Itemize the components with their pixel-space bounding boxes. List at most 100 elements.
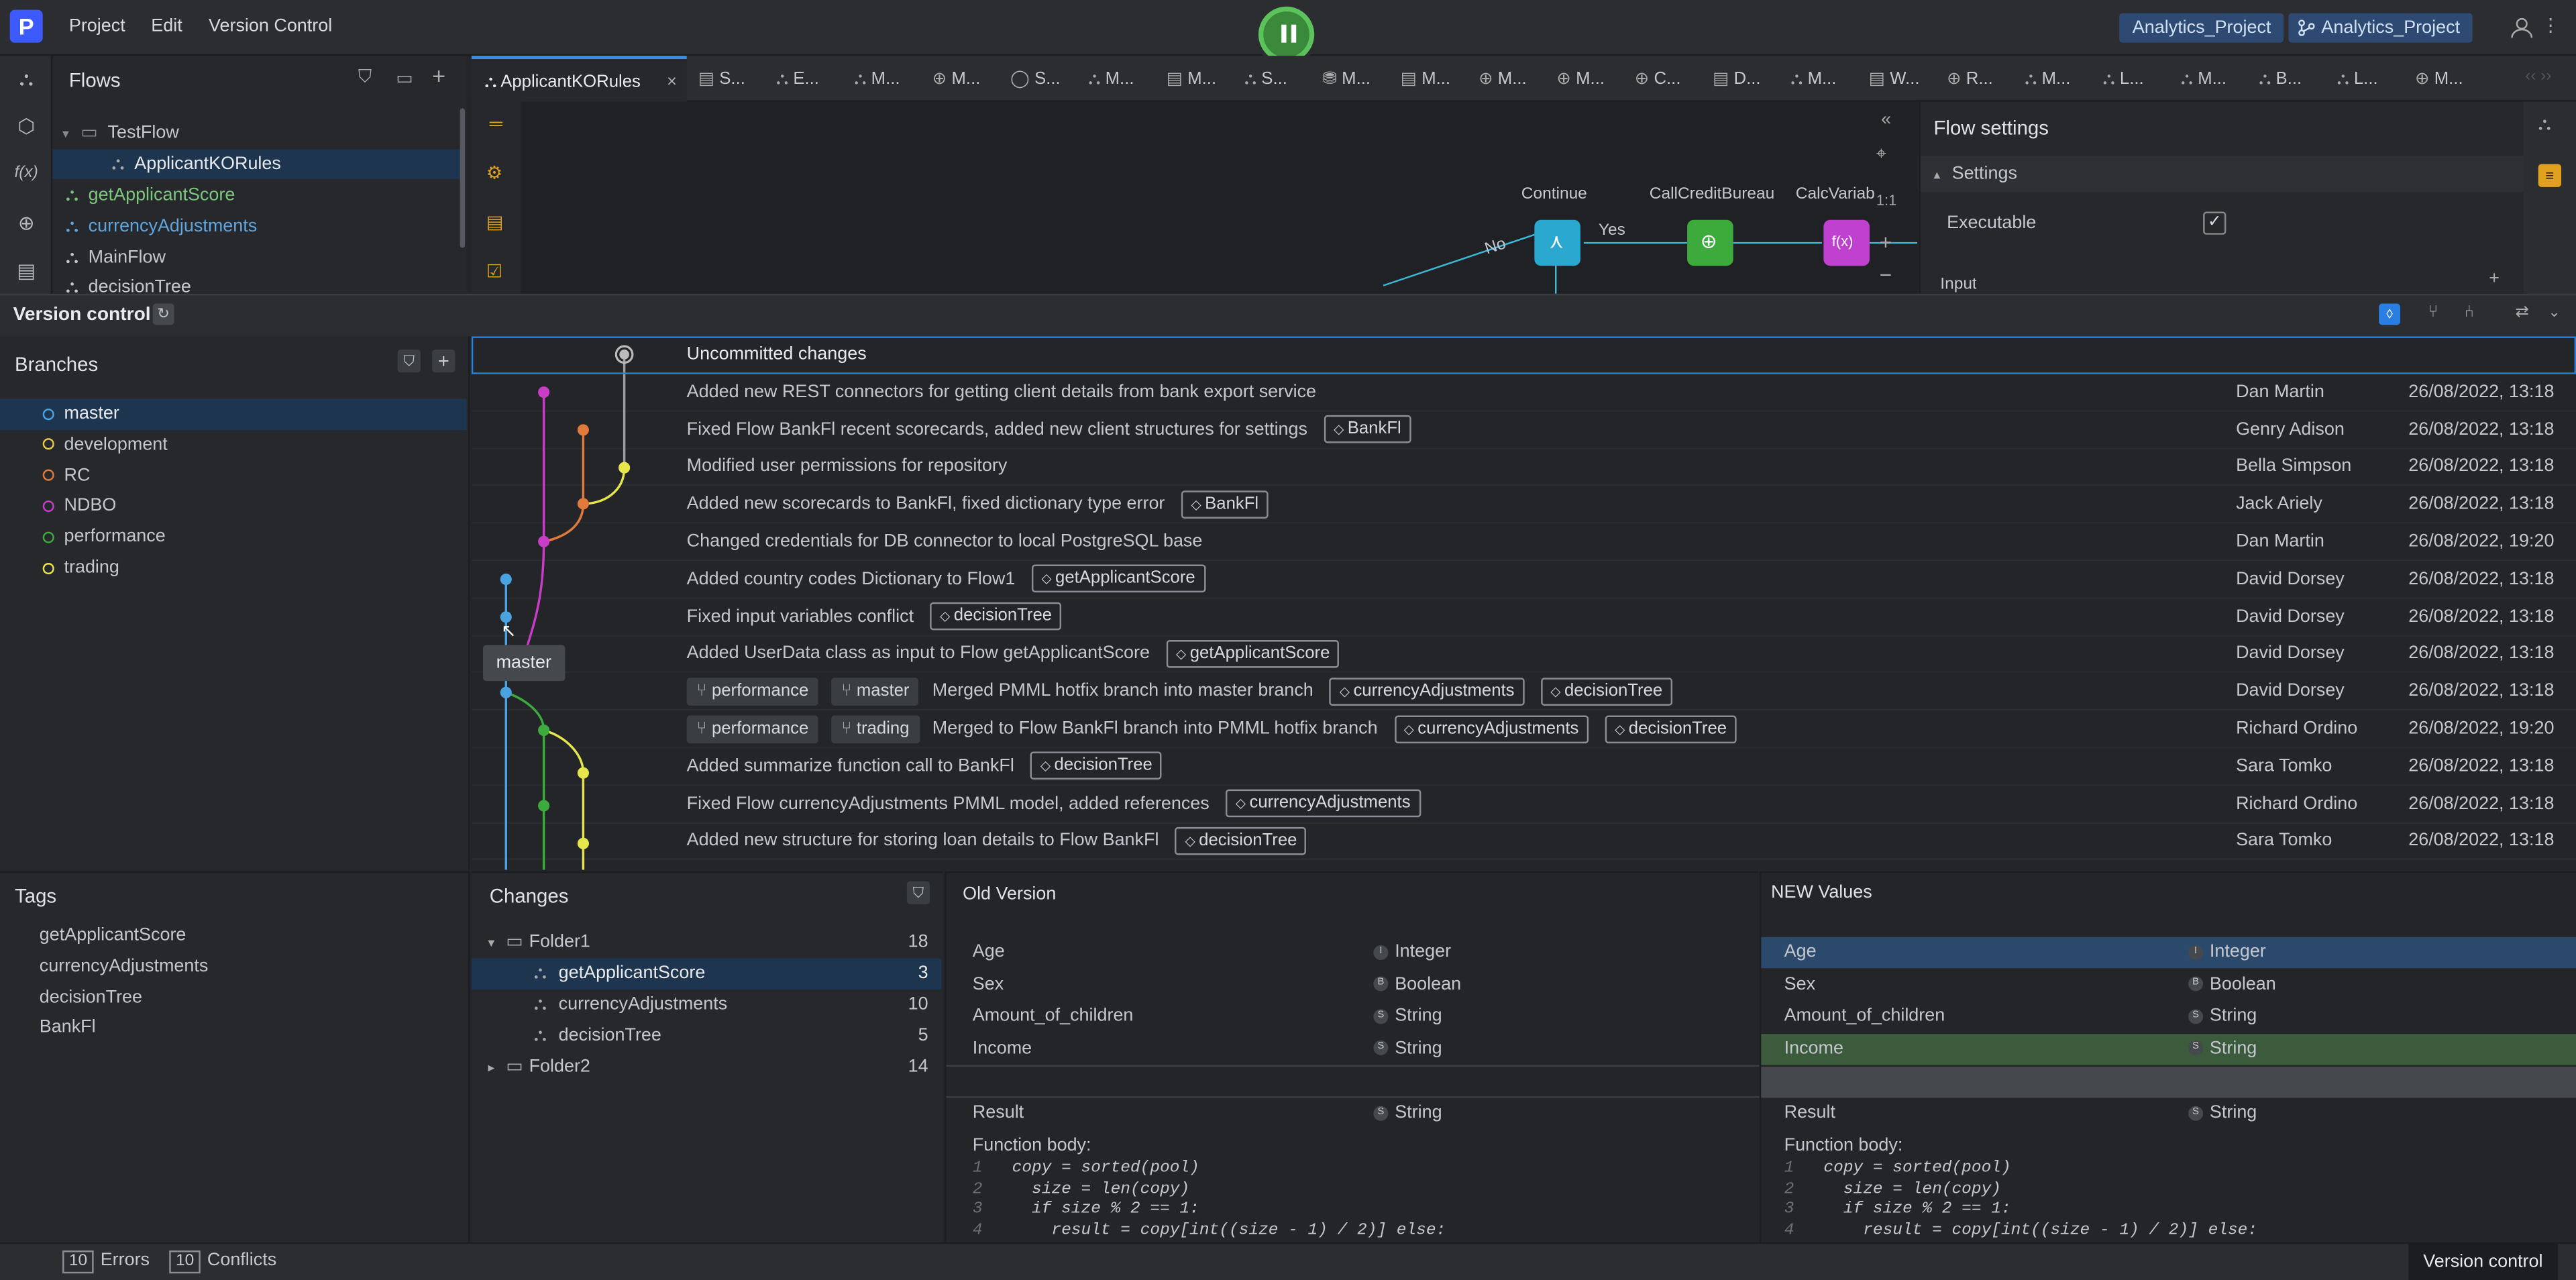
flows-icon[interactable]: ⛬: [11, 64, 41, 93]
commit-row[interactable]: Added summarize function call to BankFl ◇…: [471, 748, 2576, 786]
zoom-reset[interactable]: 1:1: [1876, 192, 1897, 208]
function-icon[interactable]: f(x): [11, 159, 41, 189]
chevron-down-icon[interactable]: ⌄: [2548, 304, 2560, 322]
tree-item-getapplicantscore[interactable]: ⛬ getApplicantScore: [66, 180, 235, 210]
tab-14[interactable]: ⛬ M...: [1790, 56, 1836, 101]
hexagon-icon[interactable]: ⬡: [11, 111, 41, 141]
code-line[interactable]: 2 size = len(copy): [973, 1181, 1189, 1199]
branch-item-NDBO[interactable]: NDBO: [0, 491, 467, 522]
tag-list-item[interactable]: currencyAdjustments: [40, 957, 209, 976]
commit-tag[interactable]: ◇ decisionTree: [930, 602, 1062, 631]
branch-label[interactable]: ⑂ trading: [831, 714, 920, 743]
refresh-icon[interactable]: ↻: [152, 303, 174, 325]
calc-node[interactable]: f(x): [1823, 219, 1870, 266]
commit-tag[interactable]: ◇ decisionTree: [1605, 714, 1737, 743]
code-line[interactable]: 3 if size % 2 == 1:: [1784, 1202, 2011, 1220]
changed-file-row[interactable]: ⛬ currencyAdjustments 10: [472, 990, 941, 1020]
tab-1[interactable]: ⛬ E...: [776, 56, 819, 101]
folder-row[interactable]: ▾ ▭ Folder1 18: [472, 927, 941, 958]
changed-file-row[interactable]: ⛬ decisionTree 5: [472, 1021, 941, 1052]
tab-6[interactable]: ▤ M...: [1167, 56, 1216, 101]
tab-9[interactable]: ▤ M...: [1401, 56, 1450, 101]
errors-indicator[interactable]: 10 Errors: [62, 1250, 150, 1274]
commit-row[interactable]: ⑂ performance ⑂ trading Merged to Flow Ban…: [471, 710, 2576, 749]
input-section-label[interactable]: Input: [1940, 276, 1976, 294]
folder-icon[interactable]: ▭: [396, 67, 413, 89]
commit-tag[interactable]: ◇ BankFl: [1181, 490, 1269, 519]
swap-icon[interactable]: ⇄: [2515, 304, 2529, 322]
tab-3[interactable]: ⊕ M...: [932, 56, 981, 101]
tab-16[interactable]: ⊕ R...: [1947, 56, 1993, 101]
pause-button[interactable]: [1258, 6, 1315, 62]
code-line[interactable]: 4 result = copy[int((size - 1) / 2)] els…: [973, 1222, 1446, 1240]
commit-tag[interactable]: ◇ BankFl: [1324, 415, 1411, 443]
field-row[interactable]: Income S String: [947, 1034, 1758, 1065]
branch-item-development[interactable]: development: [0, 429, 467, 460]
add-flow-icon[interactable]: +: [432, 62, 445, 89]
branch-tab[interactable]: Analytics_Project: [2288, 13, 2473, 43]
branch-label[interactable]: ⑂ performance: [686, 714, 819, 743]
tab-13[interactable]: ▤ D...: [1713, 56, 1760, 101]
filter-icon[interactable]: ⛉: [358, 67, 372, 89]
commit-tag[interactable]: ◇ decisionTree: [1175, 826, 1307, 855]
user-icon[interactable]: [2510, 16, 2533, 39]
commit-tag[interactable]: ◇ currencyAdjustments: [1330, 677, 1525, 706]
changed-file-row[interactable]: ⛬ getApplicantScore 3: [471, 958, 942, 990]
commit-tag[interactable]: ◇ decisionTree: [1540, 677, 1672, 706]
commit-tag[interactable]: ◇ getApplicantScore: [1031, 565, 1205, 594]
table-icon[interactable]: ▤: [11, 256, 41, 286]
add-branch-icon[interactable]: +: [432, 350, 455, 373]
globe-icon[interactable]: ⊕: [11, 209, 41, 238]
settings-section-header[interactable]: ▴ Settings: [1920, 156, 2526, 193]
target-icon[interactable]: ⌖: [1876, 144, 1886, 166]
continue-node[interactable]: ⋏: [1534, 219, 1580, 266]
tab-11[interactable]: ⊕ M...: [1556, 56, 1605, 101]
tab-18[interactable]: ⛬ L...: [2103, 56, 2144, 101]
branch-item-RC[interactable]: RC: [0, 460, 467, 491]
plugin-icon[interactable]: ⚙: [486, 162, 502, 184]
tabs-scroll-arrows[interactable]: ‹‹ ››: [2525, 67, 2551, 85]
tab-8[interactable]: ⛃ M...: [1322, 56, 1371, 101]
branch-item-performance[interactable]: performance: [0, 522, 467, 553]
field-row[interactable]: Sex B Boolean: [947, 969, 1758, 1000]
tab-4[interactable]: ◯ S...: [1010, 56, 1061, 101]
commit-row[interactable]: Fixed input variables conflict ◇ decision…: [471, 598, 2576, 637]
tab-17[interactable]: ⛬ M...: [2025, 56, 2070, 101]
commit-tag[interactable]: ◇ getApplicantScore: [1166, 639, 1340, 668]
add-input-icon[interactable]: +: [2489, 269, 2500, 288]
text-block-icon[interactable]: ▤: [486, 212, 503, 233]
tab-7[interactable]: ⛬ S...: [1244, 56, 1287, 101]
close-icon[interactable]: ×: [667, 59, 677, 105]
result-row[interactable]: Result S String: [947, 1098, 1758, 1129]
checklist-icon[interactable]: ☑: [486, 261, 502, 282]
scrollbar[interactable]: [460, 108, 466, 248]
notes-icon[interactable]: ≡: [2538, 164, 2561, 187]
field-row[interactable]: Age I Integer: [947, 937, 1758, 968]
flows-icon[interactable]: ⛬: [2538, 115, 2551, 136]
commit-row[interactable]: Fixed Flow currencyAdjustments PMML mode…: [471, 786, 2576, 823]
folder-row[interactable]: ▸ ▭ Folder2 14: [472, 1052, 941, 1083]
code-line[interactable]: 4 result = copy[int((size - 1) / 2)] els…: [1784, 1222, 2257, 1240]
tab-0[interactable]: ▤ S...: [698, 56, 745, 101]
tag-list-item[interactable]: BankFl: [40, 1018, 96, 1038]
tab-21[interactable]: ⛬ L...: [2337, 56, 2378, 101]
conflicts-indicator[interactable]: 10 Conflicts: [169, 1250, 276, 1274]
field-row[interactable]: Amount_of_children S String: [1761, 1002, 2576, 1032]
merge-icon[interactable]: ⑃: [2464, 304, 2474, 322]
commit-tag[interactable]: ◇ currencyAdjustments: [1394, 714, 1589, 743]
code-line[interactable]: 1 copy = sorted(pool): [1784, 1160, 2011, 1178]
tree-item-applicantkorules[interactable]: ⛬ ApplicantKORules: [52, 149, 464, 179]
tree-item-mainflow[interactable]: ⛬ MainFlow: [66, 243, 166, 272]
commit-row[interactable]: Added new structure for storing loan det…: [471, 823, 2576, 861]
tab-2[interactable]: ⛬ M...: [854, 56, 900, 101]
tree-folder-testflow[interactable]: ▾ ▭ TestFlow: [62, 118, 457, 148]
tab-19[interactable]: ⛬ M...: [2181, 56, 2226, 101]
menu-edit[interactable]: Edit: [151, 16, 182, 36]
commit-row[interactable]: Added UserData class as input to Flow ge…: [471, 636, 2576, 674]
code-line[interactable]: 3 if size % 2 == 1:: [973, 1202, 1199, 1220]
tab-22[interactable]: ⊕ M...: [2415, 56, 2463, 101]
filter-icon[interactable]: ⛉: [906, 881, 930, 904]
field-row[interactable]: Amount_of_children S String: [947, 1002, 1758, 1032]
tab-10[interactable]: ⊕ M...: [1479, 56, 1527, 101]
code-line[interactable]: 1 copy = sorted(pool): [973, 1160, 1199, 1178]
